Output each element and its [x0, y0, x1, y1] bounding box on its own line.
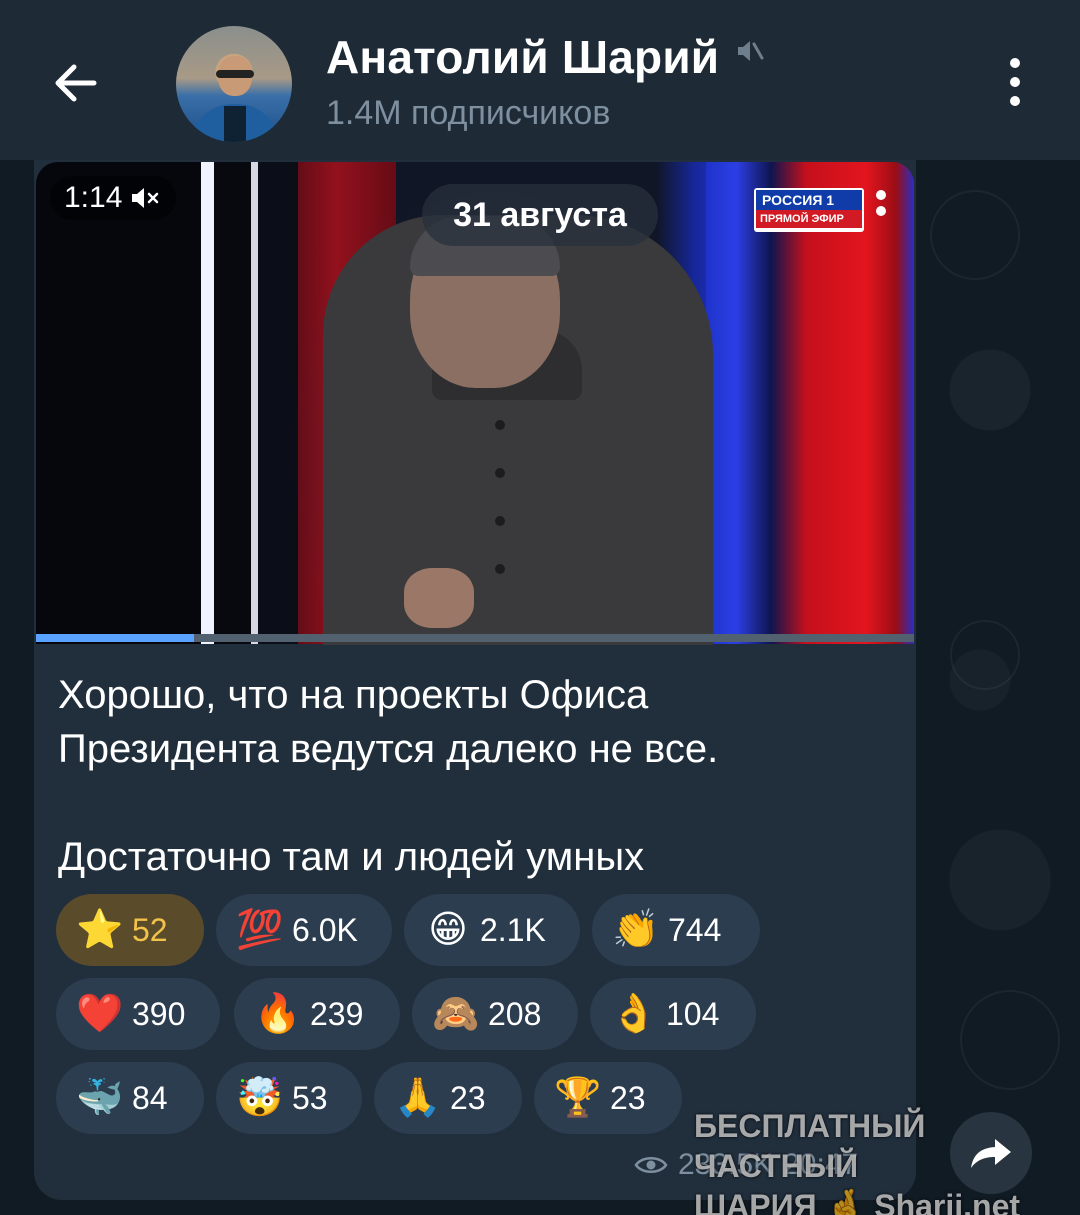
message-line: Президента ведутся далеко не все.: [58, 727, 719, 771]
reaction-clap[interactable]: 👏 744: [592, 894, 760, 966]
trophy-icon: 🏆: [554, 1077, 602, 1119]
message-line: Хорошо, что на проекты Офиса: [58, 673, 649, 717]
subscriber-count: 1.4M подписчиков: [326, 94, 611, 132]
more-options-button[interactable]: [990, 52, 1040, 112]
video-progress-fill: [36, 634, 195, 642]
video-menu-dots-icon[interactable]: [876, 190, 886, 216]
background-doodle: [930, 190, 1020, 280]
video-progress-bar[interactable]: [36, 634, 914, 642]
reaction-grin[interactable]: 😁 2.1K: [404, 894, 580, 966]
reaction-star[interactable]: ⭐ 52: [56, 894, 204, 966]
reaction-see-no-evil[interactable]: 🙈 208: [412, 978, 578, 1050]
tv-logo-bottom: ПРЯМОЙ ЭФИР: [756, 210, 862, 228]
message-line: Достаточно там и людей умных: [58, 835, 645, 879]
reaction-whale[interactable]: 🐳 84: [56, 1062, 204, 1134]
reaction-hundred[interactable]: 💯 6.0K: [216, 894, 392, 966]
whale-icon: 🐳: [76, 1077, 124, 1119]
muted-speaker-icon: [734, 36, 764, 71]
background-doodle: [960, 990, 1060, 1090]
reaction-pray[interactable]: 🙏 23: [374, 1062, 522, 1134]
speaker-muted-icon: [132, 188, 159, 208]
chat-header: Анатолий Шарий 1.4M подписчиков: [0, 0, 1080, 160]
video-duration-badge[interactable]: 1:14: [50, 176, 177, 220]
back-button[interactable]: [42, 50, 108, 116]
reaction-fire[interactable]: 🔥 239: [234, 978, 400, 1050]
channel-title-row[interactable]: Анатолий Шарий: [326, 30, 764, 84]
see-no-evil-icon: 🙈: [432, 993, 480, 1035]
tv-logo-top: РОССИЯ 1: [756, 190, 862, 210]
reaction-exploding-head[interactable]: 🤯 53: [216, 1062, 362, 1134]
share-arrow-icon: [971, 1139, 1011, 1168]
channel-title: Анатолий Шарий: [326, 31, 720, 83]
pray-icon: 🙏: [394, 1077, 442, 1119]
reaction-ok-hand[interactable]: 👌 104: [590, 978, 756, 1050]
channel-avatar[interactable]: [176, 26, 292, 142]
share-button[interactable]: [950, 1112, 1032, 1194]
video-duration: 1:14: [64, 181, 123, 214]
clap-icon: 👏: [612, 909, 660, 951]
eye-icon: [634, 1157, 668, 1173]
message-text: Хорошо, что на проекты Офиса Президента …: [58, 668, 878, 884]
ok-hand-icon: 👌: [610, 993, 658, 1035]
background-doodle: [950, 620, 1020, 690]
date-label: 31 августа: [422, 184, 658, 246]
hundred-icon: 💯: [236, 909, 284, 951]
fire-icon: 🔥: [254, 993, 302, 1035]
tv-channel-logo: РОССИЯ 1 ПРЯМОЙ ЭФИР: [754, 188, 864, 232]
star-icon: ⭐: [76, 909, 124, 951]
heart-icon: ❤️: [76, 993, 124, 1035]
arrow-left-icon: [55, 64, 97, 102]
exploding-head-icon: 🤯: [236, 1077, 284, 1119]
reaction-heart[interactable]: ❤️ 390: [56, 978, 220, 1050]
reaction-trophy[interactable]: 🏆 23: [534, 1062, 682, 1134]
grin-icon: 😁: [428, 909, 468, 951]
vertical-dots-icon: [1010, 58, 1020, 68]
